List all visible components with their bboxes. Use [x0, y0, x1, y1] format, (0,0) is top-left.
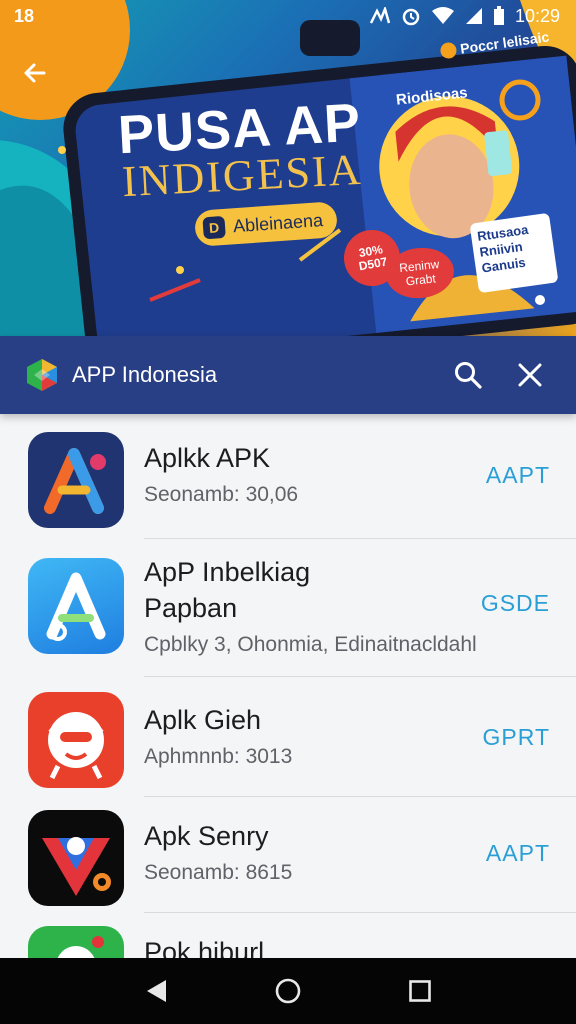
search-button[interactable]	[444, 351, 492, 399]
back-nav-icon	[147, 980, 166, 1002]
close-button[interactable]	[506, 351, 554, 399]
app-meta: Seonamb: 30,06	[144, 483, 299, 506]
arrow-left-icon	[24, 63, 46, 83]
pill-label: Ableinaena	[232, 209, 324, 236]
signal-icon	[369, 7, 391, 25]
home-nav-icon	[275, 978, 301, 1004]
a-letter-icon	[28, 432, 124, 528]
app-name: Pok hiburl	[144, 937, 265, 958]
search-icon	[455, 362, 482, 389]
nav-recents-button[interactable]	[395, 966, 445, 1016]
app-name: Aplkk APK	[144, 443, 271, 473]
divider	[144, 538, 576, 539]
recents-nav-icon	[409, 980, 431, 1002]
list-item[interactable]: Apk Senry Seonamb: 8615 AAPT	[0, 806, 576, 910]
app-name: ApP Inbelkiag	[144, 557, 311, 587]
battery-icon	[493, 6, 505, 26]
nav-back-button[interactable]	[131, 966, 181, 1016]
app-name: Apk Senry	[144, 821, 269, 851]
divider	[144, 912, 576, 913]
list-item[interactable]: Aplkk APK Seonamb: 30,06 AAPT	[0, 428, 576, 532]
app-meta: Seonamb: 8615	[144, 861, 293, 884]
install-button[interactable]: AAPT	[486, 462, 550, 489]
promo-banner[interactable]: PUSA AP INDIGESIA D Ableinaena Poccr lel…	[0, 0, 576, 336]
list-item[interactable]: Pok hiburl	[0, 922, 576, 958]
shield-icon	[28, 810, 124, 906]
back-button[interactable]	[18, 56, 52, 90]
list-item[interactable]: ApP Inbelkiag Papban Cpblky 3, Ohonmia, …	[0, 552, 576, 676]
banner-side-card: Rtusaoa Rniivin Ganuis	[469, 212, 559, 294]
app-bar: APP Indonesia	[0, 336, 576, 414]
page-title: APP Indonesia	[72, 362, 218, 387]
status-bar: 18 10:29	[0, 0, 576, 32]
nav-home-button[interactable]	[263, 966, 313, 1016]
app-icon	[28, 926, 124, 958]
divider	[144, 796, 576, 797]
divider	[144, 676, 576, 677]
status-time: 10:29	[514, 5, 560, 26]
app-meta: Cpblky 3, Ohonmia, Edinaitnacldahl	[144, 633, 477, 656]
app-list: Aplkk APK Seonamb: 30,06 AAPT ApP Inbelk…	[0, 414, 576, 958]
app-logo-icon	[27, 359, 57, 391]
install-button[interactable]: GPRT	[483, 724, 550, 751]
app-meta: Aphmnnb: 3013	[144, 745, 293, 768]
install-button[interactable]: GSDE	[481, 590, 550, 617]
app-name: Aplk Gieh	[144, 705, 262, 735]
install-button[interactable]: AAPT	[486, 840, 550, 867]
cell-signal-icon	[465, 7, 483, 25]
list-item[interactable]: Aplk Gieh Aphmnnb: 3013 GPRT	[0, 688, 576, 792]
a-letter-icon	[28, 558, 124, 654]
system-nav-bar	[0, 958, 576, 1024]
close-icon	[518, 363, 542, 387]
app-name-line-2: Papban	[144, 593, 238, 623]
wifi-icon	[431, 7, 455, 25]
alarm-icon	[401, 6, 421, 26]
pill-icon: D	[202, 215, 226, 240]
status-left-text: 18	[14, 5, 35, 26]
coin-icon	[439, 41, 458, 60]
mascot-icon	[28, 692, 124, 788]
